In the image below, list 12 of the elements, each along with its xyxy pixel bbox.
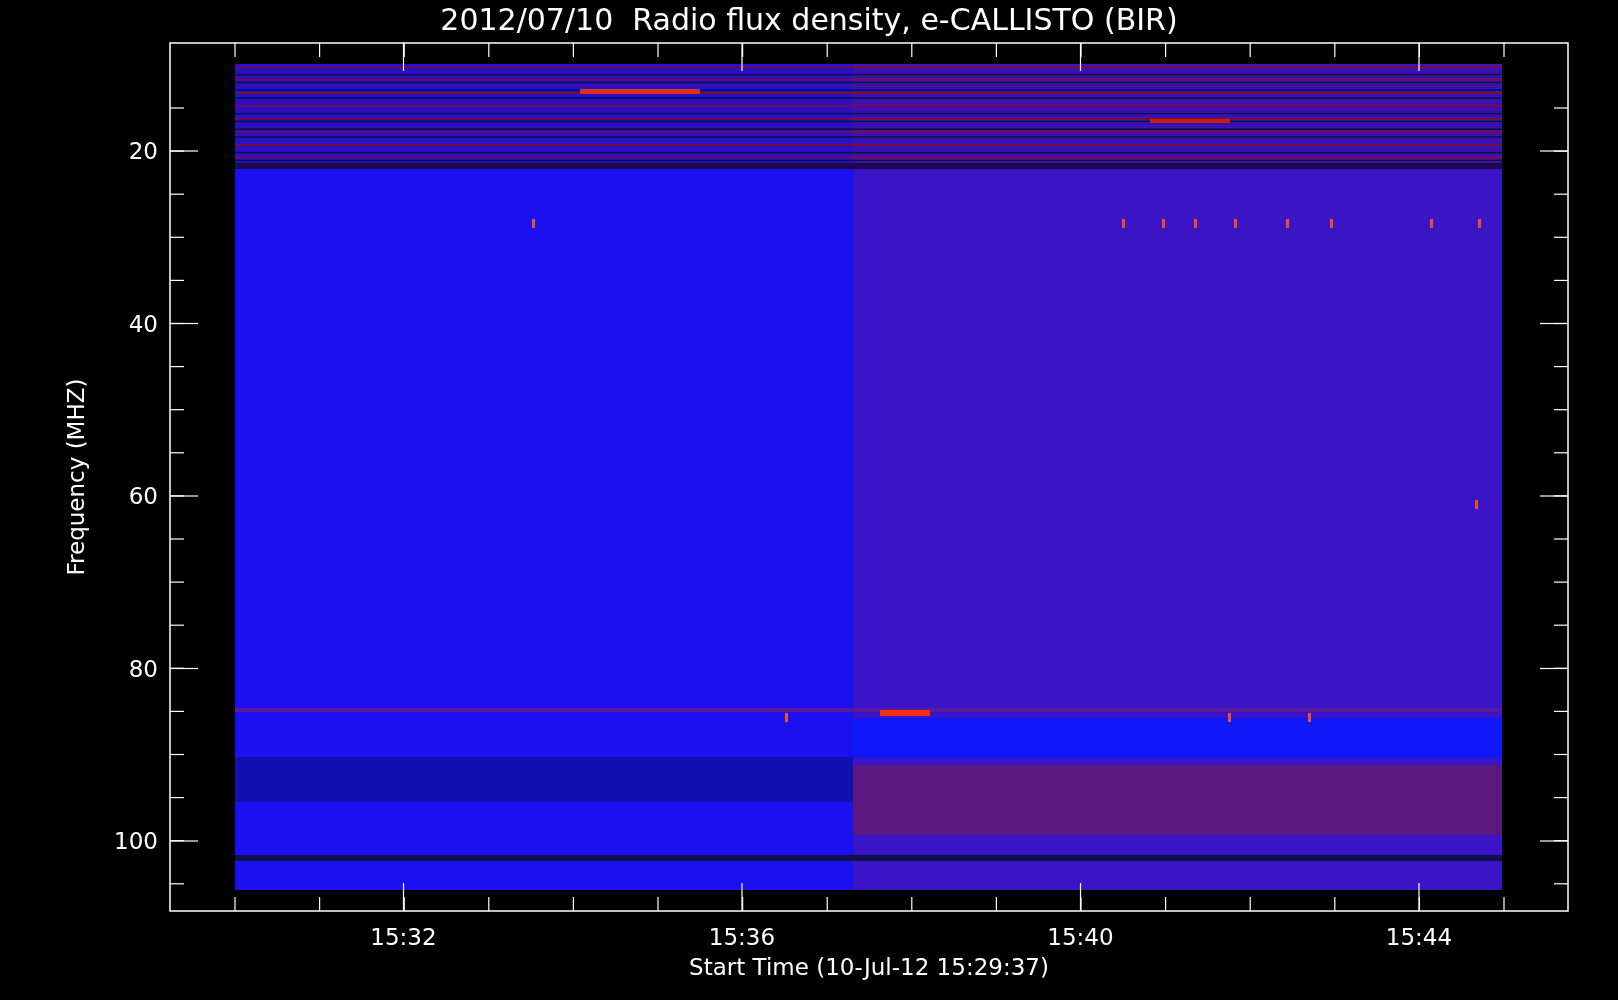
x-tick-label: 15:44: [1385, 924, 1453, 950]
y-tick-label: 40: [128, 310, 158, 337]
x-axis-label: Start Time (10-Jul-12 15:29:37): [689, 954, 1049, 980]
y-axis-label: Frequency (MHZ): [63, 378, 89, 576]
y-tick-label: 60: [128, 483, 158, 509]
x-tick-label: 15:40: [1047, 924, 1114, 950]
x-tick-label: 15:32: [370, 924, 437, 950]
x-tick-label: 15:36: [708, 924, 776, 950]
y-tick-label: 100: [114, 828, 158, 854]
chart-title: 2012/07/10 Radio flux density, e-CALLISTO (BIR): [440, 2, 1178, 37]
y-tick-label: 20: [128, 138, 158, 164]
y-tick-label: 80: [128, 655, 158, 682]
